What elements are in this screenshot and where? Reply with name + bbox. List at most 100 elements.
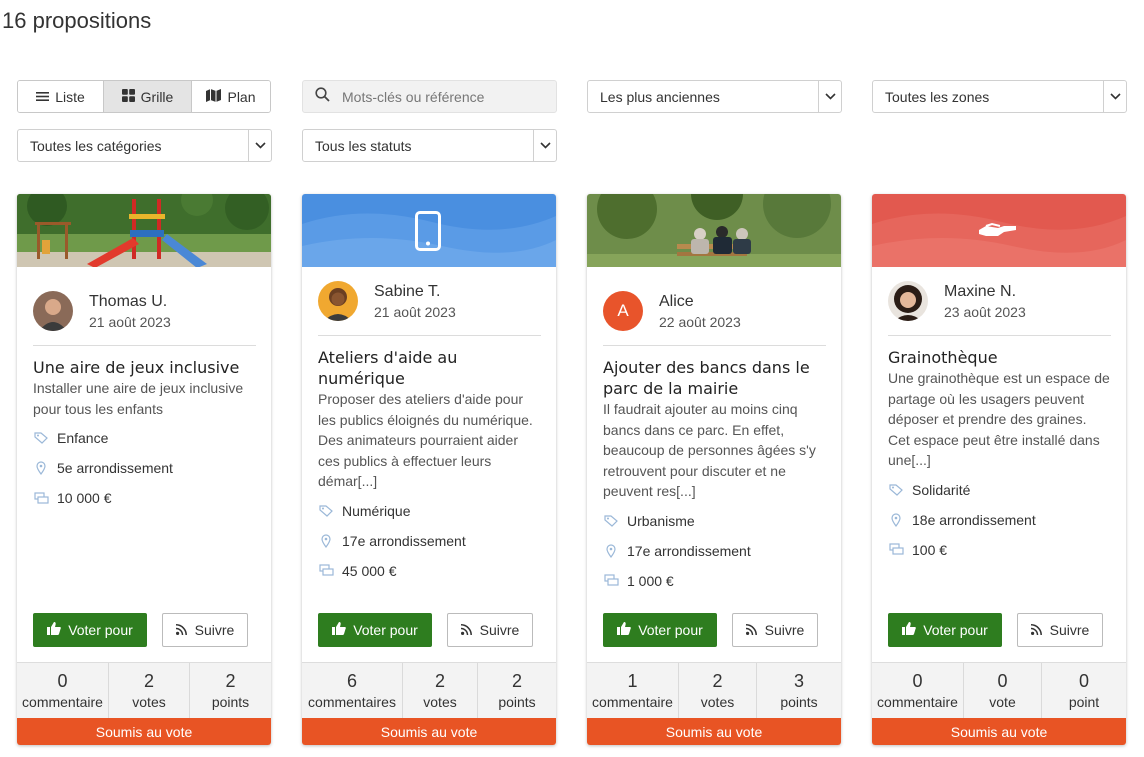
phone-icon — [415, 211, 441, 256]
follow-button[interactable]: Suivre — [162, 613, 248, 647]
vote-label: Voter pour — [638, 622, 703, 638]
page-title: 16 propositions — [2, 8, 152, 33]
follow-button[interactable]: Suivre — [732, 613, 818, 647]
stat-label: points — [211, 694, 250, 710]
category-row: Numérique — [318, 500, 541, 522]
location-pin-icon — [318, 533, 334, 548]
money-icon — [603, 574, 619, 587]
stat-points: 2 points — [478, 663, 556, 718]
proposal-card[interactable]: A Alice 22 août 2023 Ajouter des bancs d… — [587, 194, 841, 745]
vote-label: Voter pour — [353, 622, 418, 638]
view-grid-button[interactable]: Grille — [104, 81, 192, 112]
view-grid-label: Grille — [140, 88, 174, 105]
search-input[interactable] — [342, 88, 542, 105]
view-list-button[interactable]: Liste — [18, 81, 104, 112]
stat-votes: 2 votes — [109, 663, 190, 718]
vote-button[interactable]: Voter pour — [318, 613, 432, 647]
budget-row: 1 000 € — [603, 570, 826, 592]
list-icon — [36, 89, 50, 105]
follow-button[interactable]: Suivre — [447, 613, 533, 647]
stat-number: 0 — [57, 671, 68, 691]
location-pin-icon — [888, 512, 904, 527]
zone-row: 17e arrondissement — [318, 530, 541, 552]
author-name[interactable]: Alice — [659, 293, 741, 311]
proposal-card[interactable]: Thomas U. 21 août 2023 Une aire de jeux … — [17, 194, 271, 745]
stat-votes: 2 votes — [403, 663, 478, 718]
author: A Alice 22 août 2023 — [603, 289, 826, 333]
follow-label: Suivre — [194, 622, 235, 638]
proposal-description: Il faudrait ajouter au moins cinq bancs … — [603, 401, 816, 499]
chevron-down-icon — [248, 130, 271, 161]
budget-row: 10 000 € — [33, 487, 256, 509]
zone-label: 5e arrondissement — [57, 460, 173, 476]
location-pin-icon — [33, 461, 49, 475]
zone-label: 17e arrondissement — [342, 532, 466, 549]
stat-label: commentaire — [877, 694, 958, 710]
card-stats: 6 commentaires 2 votes 2 points — [302, 662, 556, 718]
follow-label: Suivre — [479, 622, 520, 638]
stat-label: vote — [989, 694, 1016, 710]
proposal-title[interactable]: Ajouter des bancs dans le parc de la mai… — [603, 357, 826, 399]
sort-select[interactable]: Les plus anciennes — [587, 80, 842, 113]
proposal-title[interactable]: Une aire de jeux inclusive — [33, 357, 256, 378]
author-date: 22 août 2023 — [659, 313, 741, 330]
vote-label: Voter pour — [68, 622, 133, 638]
view-toggle: Liste Grille Plan — [17, 80, 271, 113]
categories-select-value: Toutes les catégories — [30, 137, 162, 154]
statuses-select-value: Tous les statuts — [315, 137, 412, 154]
thumbs-up-icon — [332, 622, 347, 638]
card-actions: Voter pour Suivre — [33, 613, 248, 647]
budget-row: 100 € — [888, 539, 1111, 561]
status-badge: Soumis au vote — [302, 718, 556, 745]
rss-icon — [175, 622, 187, 638]
follow-button[interactable]: Suivre — [1017, 613, 1103, 647]
author-name[interactable]: Maxine N. — [944, 283, 1026, 301]
proposal-title[interactable]: Ateliers d'aide au numérique — [318, 347, 541, 389]
money-icon — [318, 564, 334, 577]
categories-select[interactable]: Toutes les catégories — [17, 129, 272, 162]
stat-votes: 2 votes — [679, 663, 757, 718]
category-label: Solidarité — [912, 481, 971, 498]
view-map-button[interactable]: Plan — [192, 81, 270, 112]
stat-points: 2 points — [190, 663, 271, 718]
stat-number: 2 — [143, 671, 154, 691]
budget-label: 10 000 € — [57, 490, 112, 506]
money-icon — [888, 543, 904, 556]
zone-label: 18e arrondissement — [912, 511, 1036, 528]
zones-select[interactable]: Toutes les zones — [872, 80, 1127, 113]
stat-comments: 0 commentaire — [872, 663, 964, 718]
zone-label: 17e arrondissement — [627, 542, 751, 559]
avatar — [318, 281, 358, 321]
proposal-card[interactable]: Maxine N. 23 août 2023 Grainothèque Une … — [872, 194, 1126, 745]
proposal-description: Installer une aire de jeux inclusive pou… — [33, 380, 244, 417]
vote-button[interactable]: Voter pour — [33, 613, 147, 647]
proposal-card[interactable]: Sabine T. 21 août 2023 Ateliers d'aide a… — [302, 194, 556, 745]
map-icon — [206, 88, 222, 105]
status-badge: Soumis au vote — [17, 718, 271, 745]
proposal-title[interactable]: Grainothèque — [888, 347, 1111, 368]
thumbs-up-icon — [617, 622, 632, 638]
stat-points: 0 point — [1042, 663, 1126, 718]
stat-number: 2 — [511, 671, 522, 691]
chevron-down-icon — [1103, 81, 1126, 112]
rss-icon — [1030, 622, 1042, 638]
status-badge: Soumis au vote — [872, 718, 1126, 745]
author: Sabine T. 21 août 2023 — [318, 279, 541, 323]
vote-label: Voter pour — [923, 622, 988, 638]
stat-label: commentaire — [22, 694, 103, 710]
follow-label: Suivre — [1049, 622, 1090, 638]
vote-button[interactable]: Voter pour — [603, 613, 717, 647]
stat-label: commentaires — [308, 694, 396, 710]
zone-row: 17e arrondissement — [603, 540, 826, 562]
chevron-down-icon — [818, 81, 841, 112]
stat-label: votes — [700, 694, 735, 710]
author-name[interactable]: Thomas U. — [89, 293, 171, 311]
author-date: 21 août 2023 — [374, 303, 456, 320]
author-name[interactable]: Sabine T. — [374, 283, 456, 301]
statuses-select[interactable]: Tous les statuts — [302, 129, 557, 162]
vote-button[interactable]: Voter pour — [888, 613, 1002, 647]
tag-icon — [33, 432, 49, 444]
stat-points: 3 points — [757, 663, 841, 718]
rss-icon — [745, 622, 757, 638]
avatar: A — [603, 291, 643, 331]
